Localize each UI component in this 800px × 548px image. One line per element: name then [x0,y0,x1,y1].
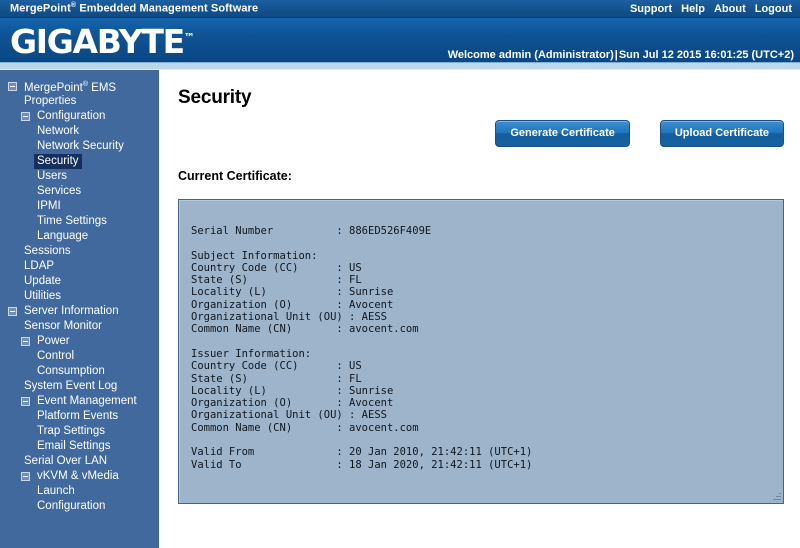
sidebar-item-label: System Event Log [24,380,118,392]
tree-collapse-icon[interactable] [8,307,17,316]
top-product-bar: MergePoint® Embedded Management Software… [0,0,800,18]
sidebar-item-serial-over-lan[interactable]: Serial Over LAN [0,454,159,469]
sidebar-item-label: vKVM & vMedia [37,470,119,482]
main-content: Security Generate Certificate Upload Cer… [160,70,800,548]
top-nav-links: Support Help About Logout [630,3,792,15]
about-link[interactable]: About [714,3,746,15]
sidebar-item-ipmi[interactable]: IPMI [0,199,159,214]
sidebar-item-label: Network Security [37,140,124,152]
sidebar-item-network-security[interactable]: Network Security [0,139,159,154]
page-title: Security [178,87,252,108]
sidebar-item-services[interactable]: Services [0,184,159,199]
logo-text: GIGABYTE [10,22,185,61]
welcome-status: Welcome admin (Administrator)|Sun Jul 12… [448,49,794,61]
product-name-suffix: Embedded Management Software [76,2,259,15]
sidebar-item-consumption[interactable]: Consumption [0,364,159,379]
sidebar-item-label: Network [37,125,80,137]
tree-collapse-icon[interactable] [21,472,30,481]
help-link[interactable]: Help [681,3,705,15]
sidebar-item-label: Configuration [37,110,106,122]
tree-collapse-icon[interactable] [21,337,30,346]
sidebar-item-label-suffix: EMS [87,81,117,94]
brand-band: GIGABYTE™ Welcome admin (Administrator)|… [0,18,800,62]
sidebar-item-label: Email Settings [37,440,111,452]
sidebar-item-system-event-log[interactable]: System Event Log [0,379,159,394]
sidebar-item-properties[interactable]: Properties [0,94,159,109]
sidebar-item-label: Platform Events [37,410,119,422]
sidebar-item-sensor-monitor[interactable]: Sensor Monitor [0,319,159,334]
sidebar-item-label: Serial Over LAN [24,455,108,467]
tree-collapse-icon[interactable] [21,112,30,121]
welcome-user: Welcome admin (Administrator) [447,49,614,61]
page-layout: MergePoint® EMS Properties Configuration Ne… [0,70,800,548]
sidebar-item-server-information[interactable]: Server Information [0,304,159,319]
sidebar-item-label: Language [37,230,89,242]
certificate-actions: Generate Certificate Upload Certificate [495,120,784,147]
sidebar-item-label: IPMI [37,200,61,212]
sidebar-item-label: Sensor Monitor [24,320,102,332]
sidebar-item-language[interactable]: Language [0,229,159,244]
sidebar-item-label: Trap Settings [37,425,105,437]
sidebar-item-label: Event Management [37,395,137,407]
sidebar-item-label: Time Settings [37,215,107,227]
sidebar-item-label: Properties [24,95,77,107]
tree-collapse-icon[interactable] [21,397,30,406]
tree-collapse-icon[interactable] [8,82,17,91]
sidebar-item-configuration[interactable]: Configuration [0,499,159,514]
sidebar-item-trap-settings[interactable]: Trap Settings [0,424,159,439]
sidebar-item-control[interactable]: Control [0,349,159,364]
sidebar-item-security[interactable]: Security [0,154,159,169]
sidebar-item-label: Launch [37,485,75,497]
generate-certificate-button[interactable]: Generate Certificate [495,120,630,147]
sidebar-item-power[interactable]: Power [0,334,159,349]
sidebar-item-event-management[interactable]: Event Management [0,394,159,409]
sidebar-item-platform-events[interactable]: Platform Events [0,409,159,424]
sidebar-item-label: Security [34,154,82,169]
upload-certificate-button[interactable]: Upload Certificate [659,120,784,147]
trademark-icon: ™ [183,31,195,44]
sidebar-item-vkvm-vmedia[interactable]: vKVM & vMedia [0,469,159,484]
sidebar-item-label: Consumption [37,365,105,377]
sidebar-item-label: Power [37,335,70,347]
certificate-textarea[interactable]: Serial Number : 886ED526F409E Subject In… [178,199,784,504]
sidebar-item-launch[interactable]: Launch [0,484,159,499]
product-name-prefix: MergePoint [10,2,71,15]
sidebar-item-label: Users [37,170,68,182]
sidebar-item-sessions[interactable]: Sessions [0,244,159,259]
welcome-datetime: Sun Jul 12 2015 16:01:25 (UTC+2) [618,49,794,61]
sidebar-item-mergepoint[interactable]: MergePoint® EMS [0,79,159,94]
sidebar-item-ldap[interactable]: LDAP [0,259,159,274]
sidebar-item-label: Update [24,275,62,287]
resize-handle-icon[interactable] [772,492,781,501]
sidebar-item-label: Control [37,350,75,362]
certificate-details-text: Serial Number : 886ED526F409E Subject In… [191,225,533,471]
sidebar-item-time-settings[interactable]: Time Settings [0,214,159,229]
sidebar-navigation: MergePoint® EMS Properties Configuration Ne… [0,70,160,548]
sidebar-item-label: Configuration [37,500,106,512]
sidebar-item-network[interactable]: Network [0,124,159,139]
sidebar-item-configuration[interactable]: Configuration [0,109,159,124]
sidebar-item-label: Server Information [24,305,119,317]
logout-link[interactable]: Logout [755,3,792,15]
sidebar-item-label: Services [37,185,82,197]
sidebar-item-users[interactable]: Users [0,169,159,184]
product-name: MergePoint® Embedded Management Software [10,2,258,15]
sidebar-item-label: Sessions [24,245,71,257]
sidebar-tree: MergePoint® EMS Properties Configuration Ne… [0,79,159,514]
support-link[interactable]: Support [630,3,672,15]
sidebar-item-email-settings[interactable]: Email Settings [0,439,159,454]
sidebar-item-label: LDAP [24,260,55,272]
header-divider [0,62,800,70]
sidebar-item-label: Utilities [24,290,62,302]
sidebar-item-utilities[interactable]: Utilities [0,289,159,304]
sidebar-item-update[interactable]: Update [0,274,159,289]
gigabyte-logo: GIGABYTE™ [10,18,195,62]
current-certificate-label: Current Certificate: [178,169,292,183]
